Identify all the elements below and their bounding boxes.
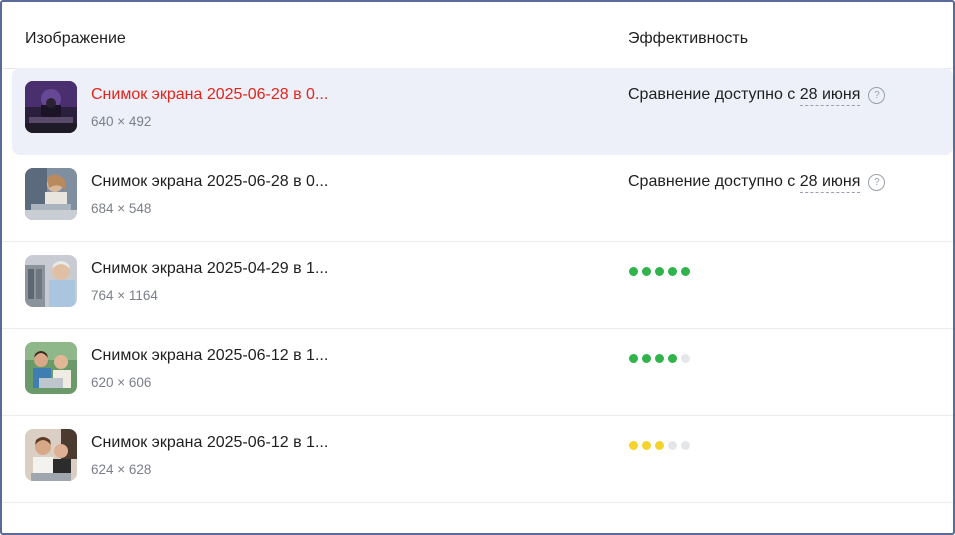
table-row[interactable]: Снимок экрана 2025-06-12 в 1... 620 × 60… [2,329,953,416]
table-row[interactable]: Снимок экрана 2025-06-28 в 0... 684 × 54… [2,155,953,242]
rating-dot [668,267,677,276]
table-header: Изображение Эффективность [2,2,953,69]
thumbnail-image[interactable] [25,255,77,307]
image-dimensions: 620 × 606 [91,375,152,390]
table-row[interactable]: Снимок экрана 2025-04-29 в 1... 764 × 11… [2,242,953,329]
image-dimensions: 764 × 1164 [91,288,158,303]
rating-dot [668,354,677,363]
rating-dot [668,441,677,450]
efficiency-date-link[interactable]: 28 июня [799,173,861,193]
images-panel: Изображение Эффективность Снимок экрана … [0,0,955,535]
rating-dot [629,441,638,450]
image-dimensions: 640 × 492 [91,114,152,129]
rating-dot [681,441,690,450]
rating-dot [655,354,664,363]
column-header-efficiency[interactable]: Эффективность [628,30,748,48]
help-icon[interactable]: ? [868,174,886,191]
thumbnail-image[interactable] [25,342,77,394]
rating-dot [681,354,690,363]
image-dimensions: 684 × 548 [91,201,152,216]
rating-dot [655,267,664,276]
image-name[interactable]: Снимок экрана 2025-06-12 в 1... [91,434,328,452]
column-header-image[interactable]: Изображение [25,30,126,48]
efficiency-date-link[interactable]: 28 июня [799,86,861,106]
rating-dot [681,267,690,276]
image-name[interactable]: Снимок экрана 2025-06-12 в 1... [91,347,328,365]
help-icon[interactable]: ? [868,87,886,104]
image-name[interactable]: Снимок экрана 2025-04-29 в 1... [91,260,328,278]
thumbnail-image[interactable] [25,168,77,220]
efficiency-rating [629,354,690,363]
efficiency-status: Сравнение доступно с 28 июня? [628,173,886,193]
rating-dot [629,267,638,276]
table-row[interactable]: Снимок экрана 2025-06-12 в 1... 624 × 62… [2,416,953,503]
thumbnail-image[interactable] [25,81,77,133]
image-name[interactable]: Снимок экрана 2025-06-28 в 0... [91,173,328,191]
rating-dot [629,354,638,363]
table-row[interactable]: Снимок экрана 2025-06-28 в 0... 640 × 49… [12,68,953,155]
efficiency-status: Сравнение доступно с 28 июня? [628,86,886,106]
thumbnail-image[interactable] [25,429,77,481]
image-list: Снимок экрана 2025-06-28 в 0... 640 × 49… [2,68,953,503]
efficiency-rating [629,267,690,276]
efficiency-rating [629,441,690,450]
efficiency-text: Сравнение доступно с [628,173,800,190]
efficiency-text: Сравнение доступно с [628,86,800,103]
rating-dot [655,441,664,450]
rating-dot [642,354,651,363]
image-name[interactable]: Снимок экрана 2025-06-28 в 0... [91,86,328,104]
rating-dot [642,267,651,276]
rating-dot [642,441,651,450]
image-dimensions: 624 × 628 [91,462,152,477]
